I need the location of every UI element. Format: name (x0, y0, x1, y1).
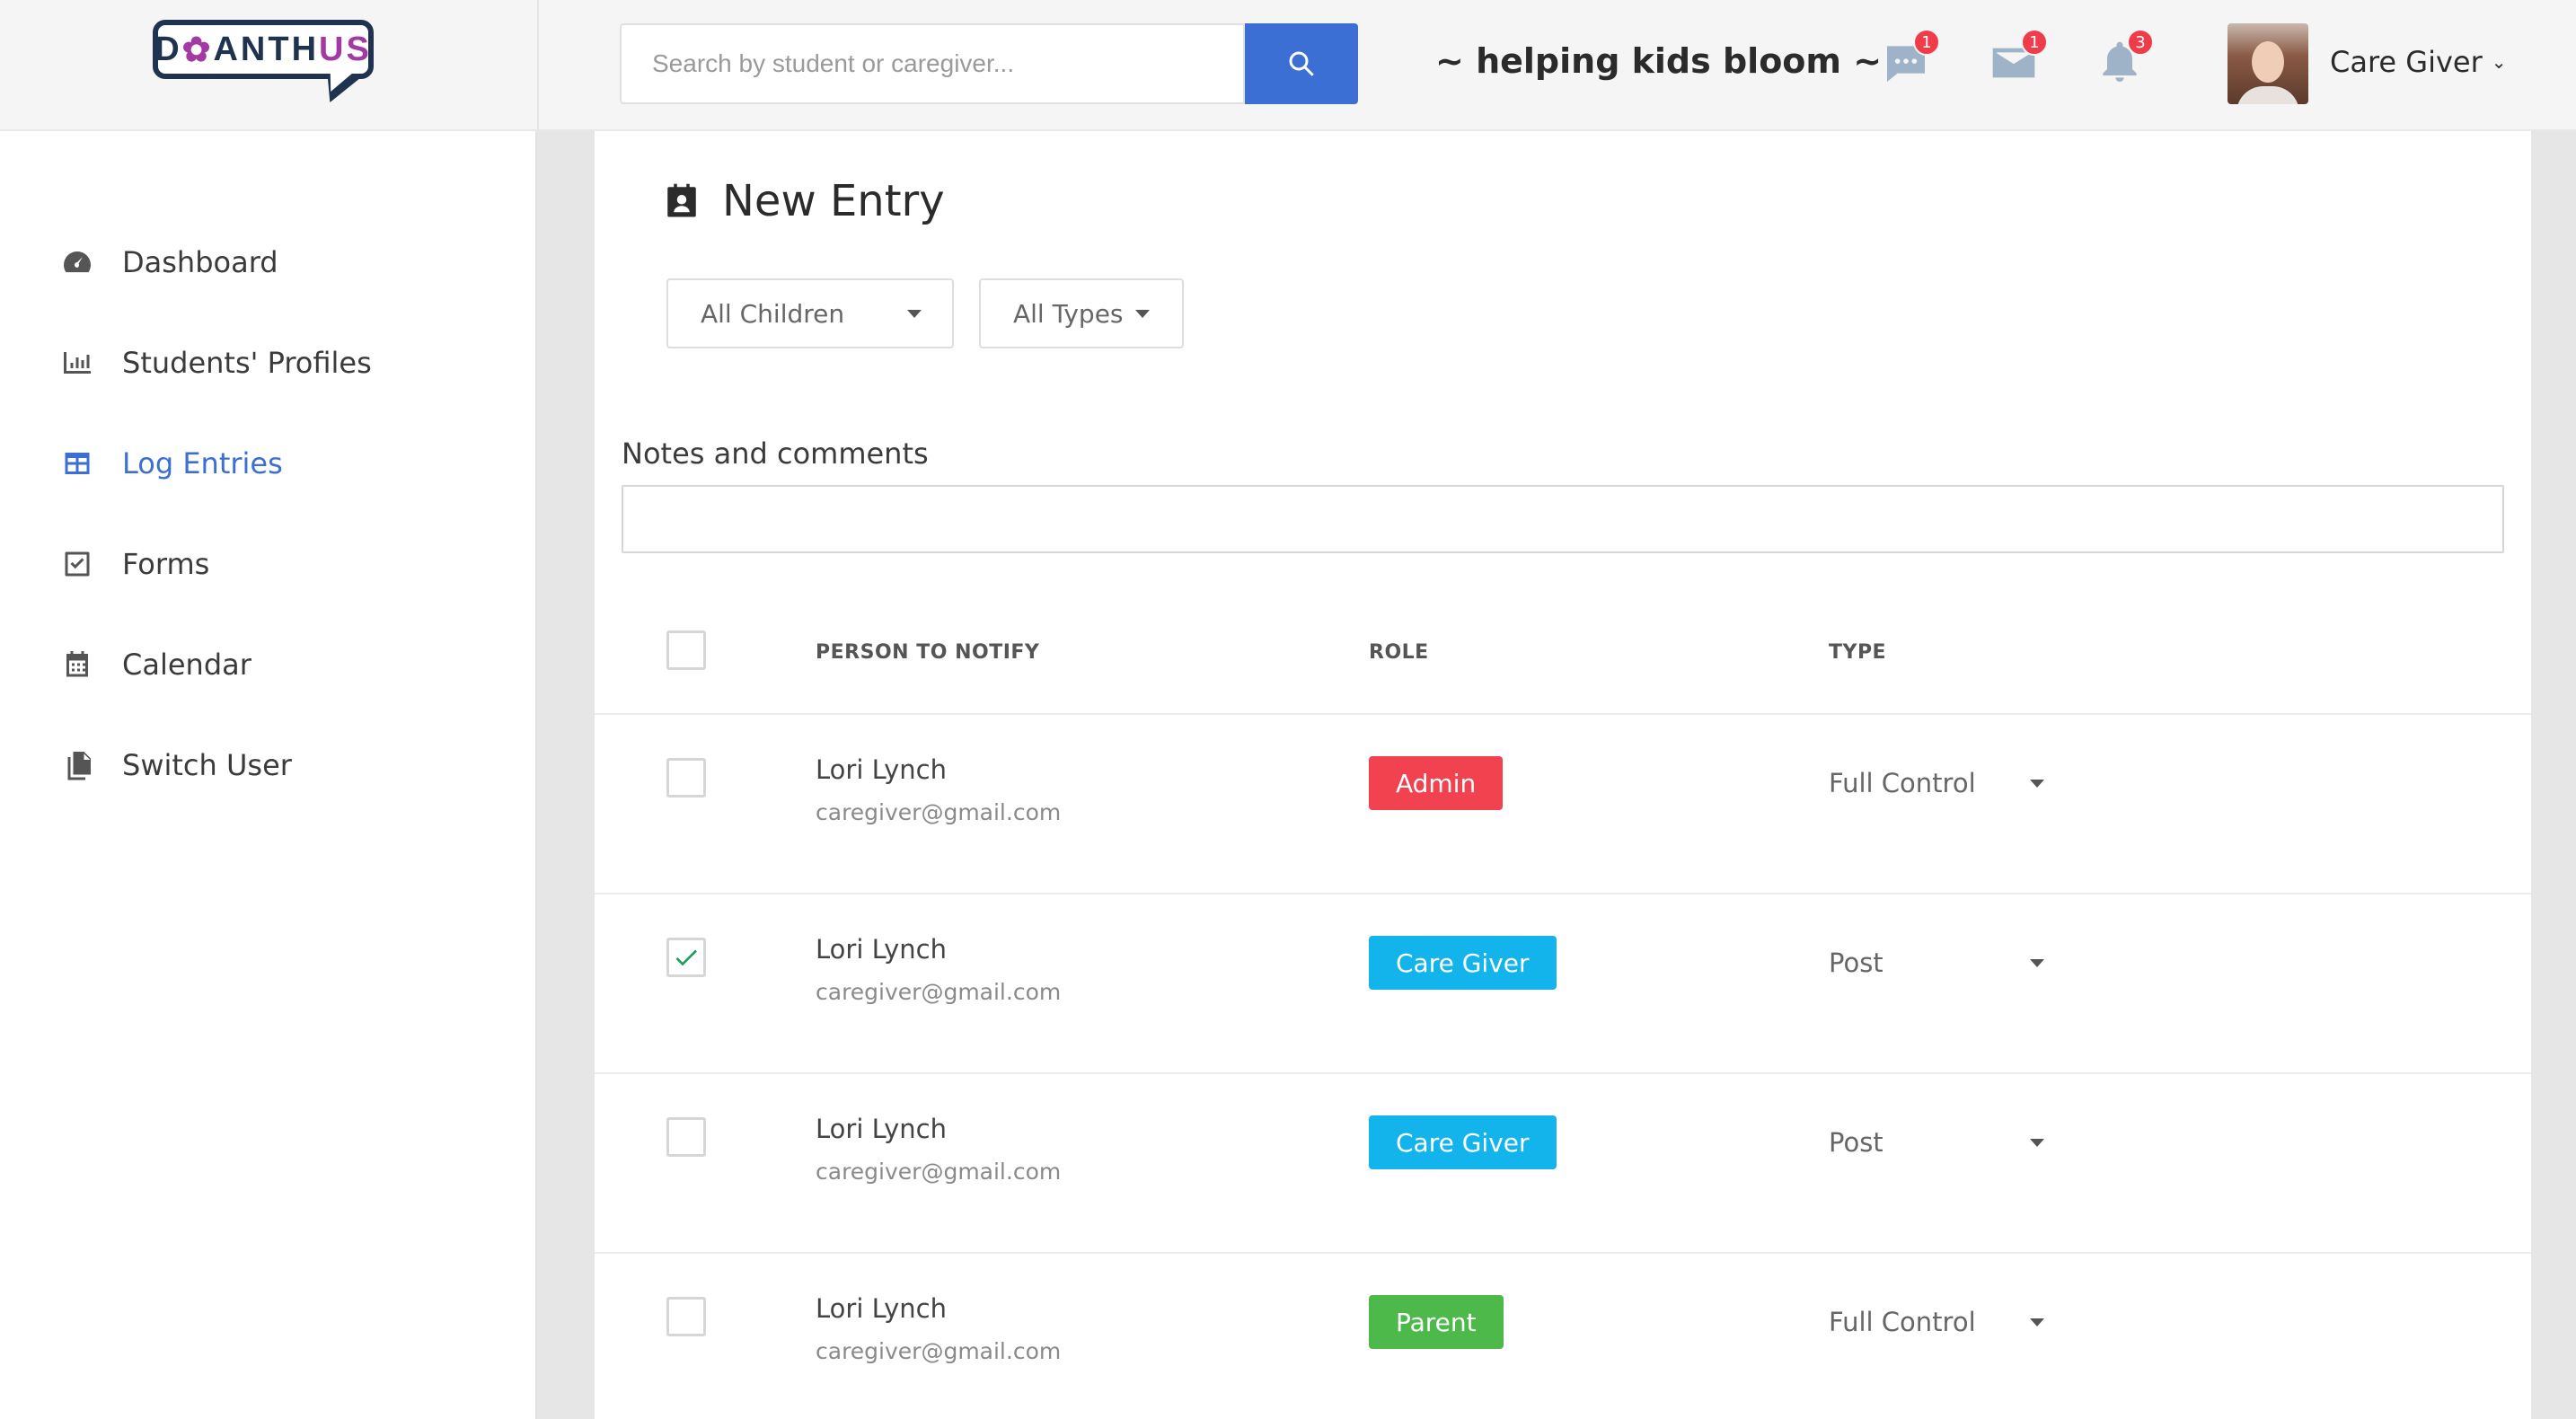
person-name: Lori Lynch (816, 1293, 947, 1324)
type-select[interactable]: Post (1829, 1115, 2044, 1169)
caret-down-icon (1135, 309, 1150, 318)
mail-button[interactable]: 1 (1989, 29, 2048, 88)
page-title-text: New Entry (722, 176, 945, 226)
caret-down-icon (2030, 1318, 2044, 1326)
sidebar-item-students-profiles[interactable]: Students' Profiles (0, 313, 537, 413)
logo-text-accent: US (319, 30, 372, 68)
sidebar-item-label: Forms (122, 547, 210, 581)
table-row: Lori Lynch caregiver@gmail.com Care Give… (595, 895, 2531, 1074)
types-filter-value: All Types (1013, 298, 1124, 329)
bar-chart-icon (59, 345, 95, 381)
type-value: Full Control (1829, 768, 1976, 798)
checkmark-icon (675, 949, 697, 966)
mail-badge: 1 (2021, 29, 2048, 56)
role-badge: Care Giver (1369, 1115, 1557, 1169)
type-select[interactable]: Full Control (1829, 1295, 2044, 1349)
avatar-face (2252, 41, 2284, 83)
children-filter-dropdown[interactable]: All Children (666, 278, 954, 348)
sidebar-item-label: Dashboard (122, 245, 278, 279)
person-name: Lori Lynch (816, 754, 947, 785)
table-icon (59, 445, 95, 481)
top-header: ~ helping kids bloom ~ 1 1 3 Care Giver … (539, 0, 2576, 131)
type-value: Post (1829, 1127, 1883, 1158)
row-checkbox[interactable] (666, 1117, 706, 1157)
person-email: caregiver@gmail.com (816, 1338, 1062, 1364)
type-value: Full Control (1829, 1307, 1976, 1337)
table-row: Lori Lynch caregiver@gmail.com Admin Ful… (595, 715, 2531, 895)
person-name: Lori Lynch (816, 1114, 947, 1144)
notes-label: Notes and comments (622, 436, 929, 471)
caret-down-icon (2030, 958, 2044, 967)
column-header-role: ROLE (1369, 641, 1429, 664)
calendar-icon (59, 647, 95, 683)
documents-icon (59, 747, 95, 783)
row-checkbox[interactable] (666, 938, 706, 977)
sidebar-nav: Dashboard Students' Profiles Log Entries… (0, 212, 537, 815)
logo-letter: D (154, 30, 182, 68)
chevron-down-icon: ⌄ (2491, 51, 2507, 73)
type-value: Post (1829, 947, 1883, 978)
page-title: New Entry (663, 176, 945, 226)
sidebar-item-label: Log Entries (122, 446, 283, 480)
notifications-button[interactable]: 3 (2095, 29, 2154, 88)
caret-down-icon (907, 309, 922, 318)
flower-icon: ✿ (181, 31, 214, 69)
sidebar-item-label: Switch User (122, 748, 292, 782)
caret-down-icon (2030, 1138, 2044, 1147)
search-button[interactable] (1245, 23, 1358, 104)
type-select[interactable]: Full Control (1829, 756, 2044, 810)
sidebar-item-calendar[interactable]: Calendar (0, 614, 537, 715)
logo-text: ANTH (213, 30, 320, 68)
checkbox-icon (59, 546, 95, 582)
person-email: caregiver@gmail.com (816, 979, 1062, 1005)
user-menu[interactable]: Care Giver ⌄ (2330, 45, 2507, 79)
chat-button[interactable]: 1 (1881, 29, 1940, 88)
sidebar-item-label: Calendar (122, 648, 251, 682)
role-badge: Care Giver (1369, 936, 1557, 990)
sidebar-item-log-entries[interactable]: Log Entries (0, 413, 537, 514)
sidebar-item-forms[interactable]: Forms (0, 514, 537, 614)
sidebar: D ✿ ANTH US Dashboard Students' Profiles Lo… (0, 0, 537, 1419)
table-header: PERSON TO NOTIFY ROLE TYPE (595, 589, 2531, 715)
user-name: Care Giver (2330, 45, 2483, 79)
children-filter-value: All Children (701, 298, 845, 329)
search-icon (1289, 51, 1314, 76)
main-card: New Entry All Children All Types Notes a… (595, 131, 2531, 1419)
person-name: Lori Lynch (816, 934, 947, 965)
column-header-person: PERSON TO NOTIFY (816, 641, 1040, 664)
search-input[interactable] (620, 23, 1245, 104)
notifications-badge: 3 (2127, 29, 2154, 56)
row-checkbox[interactable] (666, 758, 706, 798)
row-checkbox[interactable] (666, 1297, 706, 1336)
person-email: caregiver@gmail.com (816, 799, 1062, 825)
contact-calendar-icon (667, 183, 696, 217)
logo[interactable]: D ✿ ANTH US (153, 20, 374, 79)
column-header-type: TYPE (1829, 641, 1887, 664)
logo-area: D ✿ ANTH US (0, 0, 537, 131)
table-row: Lori Lynch caregiver@gmail.com Parent Fu… (595, 1254, 2531, 1419)
person-email: caregiver@gmail.com (816, 1159, 1062, 1185)
chat-badge: 1 (1913, 29, 1940, 56)
types-filter-dropdown[interactable]: All Types (979, 278, 1184, 348)
type-select[interactable]: Post (1829, 936, 2044, 990)
role-badge: Parent (1369, 1295, 1504, 1349)
table-row: Lori Lynch caregiver@gmail.com Care Give… (595, 1074, 2531, 1254)
select-all-checkbox[interactable] (666, 630, 706, 670)
tagline: ~ helping kids bloom ~ (1435, 41, 1883, 81)
sidebar-item-switch-user[interactable]: Switch User (0, 715, 537, 815)
speedometer-icon (59, 244, 95, 280)
notes-input[interactable] (622, 485, 2504, 553)
notify-table: PERSON TO NOTIFY ROLE TYPE Lori Lynch ca… (595, 589, 2531, 1419)
avatar-shirt (2236, 86, 2299, 104)
sidebar-item-label: Students' Profiles (122, 346, 372, 380)
caret-down-icon (2030, 779, 2044, 788)
role-badge: Admin (1369, 756, 1504, 810)
sidebar-item-dashboard[interactable]: Dashboard (0, 212, 537, 313)
avatar[interactable] (2228, 23, 2308, 104)
